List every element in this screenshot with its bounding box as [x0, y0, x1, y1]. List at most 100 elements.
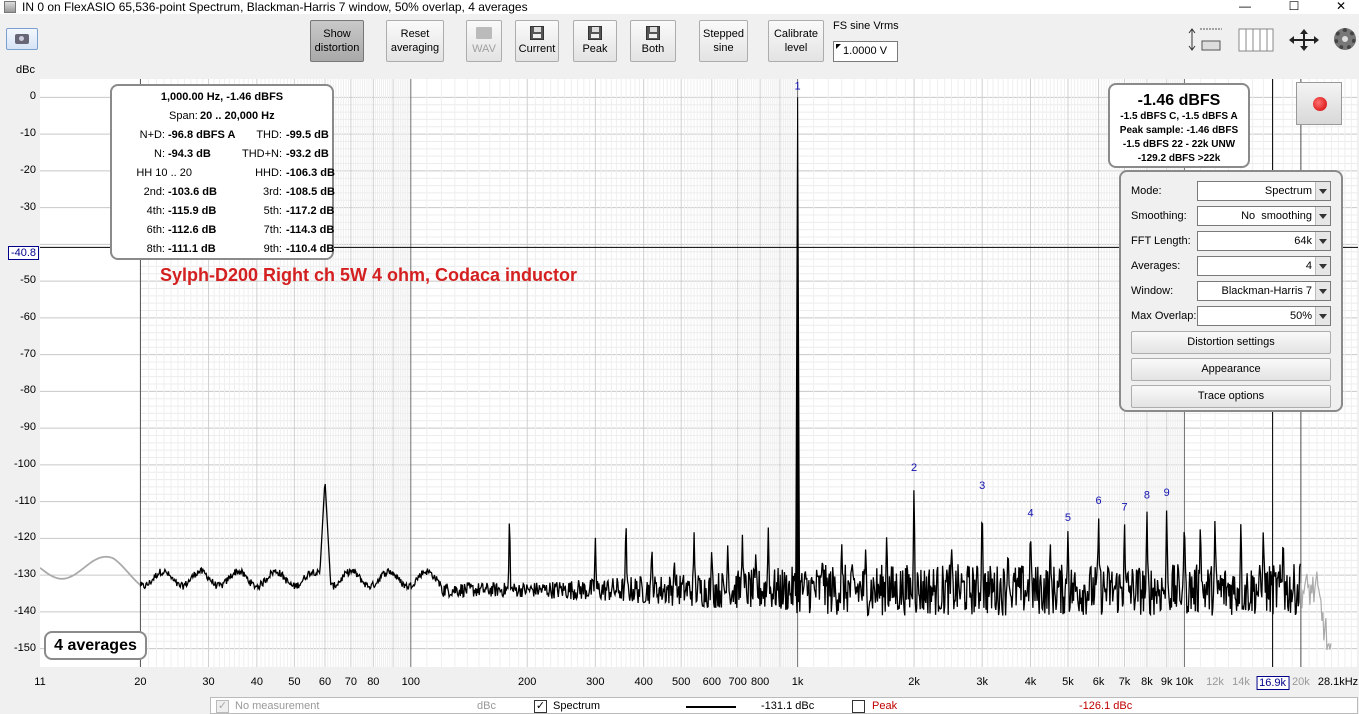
- move-icon[interactable]: [1287, 27, 1321, 53]
- fft-length-label: FFT Length:: [1131, 235, 1191, 247]
- x-tick-label: 28.1kHz: [1317, 676, 1359, 688]
- columns-icon[interactable]: [1238, 27, 1274, 53]
- readout-span-label: Span:: [169, 110, 198, 122]
- x-tick-label: 700: [728, 676, 747, 688]
- y-tick-label: -120: [13, 531, 36, 544]
- current-label: Current: [518, 43, 556, 55]
- readout-label: 2nd:: [143, 186, 165, 198]
- smoothing-select[interactable]: No smoothing: [1197, 206, 1331, 226]
- x-tick-label: 20k: [1292, 676, 1310, 688]
- harmonic-marker-label: 8: [1144, 490, 1150, 502]
- window-title: IN 0 on FlexASIO 65,536-point Spectrum, …: [22, 0, 528, 14]
- level-line: -129.2 dBFS >22k: [1137, 153, 1221, 164]
- camera-icon[interactable]: [6, 28, 38, 50]
- x-tick-label: 20: [134, 676, 147, 688]
- x-tick-label: 6k: [1092, 676, 1105, 688]
- y-tick-label: -110: [14, 494, 36, 507]
- chevron-down-icon: [1315, 182, 1330, 200]
- readout-value: -117.2 dB: [286, 205, 335, 217]
- x-tick-label: 30: [202, 676, 215, 688]
- appearance-button[interactable]: Appearance: [1131, 358, 1331, 381]
- distortion-settings-button[interactable]: Distortion settings: [1131, 331, 1331, 354]
- no-measurement-checkbox[interactable]: ✓: [216, 700, 229, 713]
- fs-sine-input[interactable]: 1.0000 V: [833, 41, 898, 62]
- peak-value: -126.1 dBc: [1079, 700, 1133, 712]
- calibrate-level-label-2: level: [784, 42, 808, 54]
- both-label: Both: [641, 43, 665, 55]
- x-tick-label: 70: [344, 676, 357, 688]
- no-measurement-label: No measurement: [235, 700, 320, 712]
- x-tick-label: 50: [288, 676, 301, 688]
- show-distortion-button[interactable]: Show distortion: [310, 20, 364, 62]
- x-tick-label: 60: [318, 676, 332, 688]
- save-peak-button[interactable]: Peak: [573, 20, 617, 62]
- spectrum-label: Spectrum: [553, 700, 601, 712]
- averages-label: Averages:: [1131, 260, 1181, 272]
- x-tick-label: 100: [401, 676, 420, 688]
- max-overlap-row: Max Overlap: 50%: [1131, 306, 1337, 326]
- reset-averaging-button[interactable]: Reset averaging: [386, 20, 444, 62]
- y-tick-label: -130: [13, 568, 36, 581]
- x-tick-label: 11: [34, 676, 46, 688]
- readout-label: 7th:: [263, 224, 282, 236]
- folder-icon: [476, 26, 492, 39]
- x-tick-label: 300: [586, 676, 605, 688]
- harmonic-marker-label: 9: [1164, 487, 1170, 499]
- close-button[interactable]: ✕: [1318, 0, 1359, 14]
- fs-sine-label: FS sine Vrms: [833, 20, 899, 32]
- readout-value: -106.3 dB: [286, 167, 335, 179]
- calibrate-level-button[interactable]: Calibrate level: [768, 20, 824, 62]
- smoothing-row: Smoothing: No smoothing: [1131, 206, 1337, 226]
- record-icon: [1313, 97, 1327, 111]
- y-axis-unit: dBc: [16, 64, 35, 76]
- readout-label: HHD:: [255, 167, 282, 179]
- maximize-button[interactable]: ☐: [1271, 0, 1317, 14]
- readout-label: THD+N:: [241, 148, 282, 160]
- settings-panel: Mode: Spectrum Smoothing: No smoothing F…: [1119, 170, 1343, 412]
- averages-badge: 4 averages: [44, 631, 147, 660]
- window-row: Window: Blackman-Harris 7: [1131, 281, 1337, 301]
- save-current-button[interactable]: Current: [515, 20, 559, 62]
- stepped-sine-button[interactable]: Stepped sine: [699, 20, 748, 62]
- wav-button[interactable]: WAV: [466, 20, 502, 62]
- fft-length-select[interactable]: 64k: [1197, 231, 1331, 251]
- readout-label: THD:: [256, 129, 282, 141]
- mode-row: Mode: Spectrum: [1131, 181, 1337, 201]
- spectrum-checkbox[interactable]: ✓: [534, 700, 547, 713]
- readout-value: -93.2 dB: [286, 148, 329, 160]
- trace-title: Sylph-D200 Right ch 5W 4 ohm, Codaca ind…: [160, 265, 578, 285]
- floppy-icon: [530, 26, 544, 40]
- scale-icon[interactable]: [1188, 27, 1228, 53]
- gear-icon[interactable]: [1334, 28, 1356, 50]
- max-overlap-select[interactable]: 50%: [1197, 306, 1331, 326]
- x-tick-label: 12k: [1206, 676, 1224, 688]
- legend-unit: dBc: [477, 700, 496, 712]
- level-line: Peak sample: -1.46 dBFS: [1119, 125, 1239, 136]
- y-tick-label: -50: [20, 274, 36, 287]
- minimize-button[interactable]: —: [1222, 0, 1268, 14]
- x-tick-label: 9k: [1160, 676, 1173, 688]
- chevron-down-icon: [1315, 232, 1330, 250]
- averages-row: Averages: 4: [1131, 256, 1337, 276]
- trace-options-button[interactable]: Trace options: [1131, 385, 1331, 408]
- y-cursor-readout: -40.8: [8, 246, 39, 260]
- record-button[interactable]: [1296, 82, 1342, 125]
- readout-value: -110.4 dB: [286, 243, 335, 255]
- x-tick-label: 40: [250, 676, 263, 688]
- x-tick-label: 3k: [976, 676, 988, 688]
- y-tick-label: -30: [20, 200, 36, 213]
- y-tick-label: -100: [13, 457, 36, 470]
- peak-checkbox[interactable]: [852, 700, 865, 713]
- window-label: Window:: [1131, 285, 1174, 297]
- window-select[interactable]: Blackman-Harris 7: [1197, 281, 1331, 301]
- harmonic-marker-label: 3: [979, 480, 985, 492]
- averages-select[interactable]: 4: [1197, 256, 1331, 276]
- harmonic-marker-label: 5: [1065, 512, 1071, 524]
- fundamental-marker-label: 1: [795, 80, 801, 92]
- y-tick-label: -70: [20, 347, 36, 360]
- readout-value: -108.5 dB: [286, 186, 335, 198]
- save-both-button[interactable]: Both: [630, 20, 676, 62]
- y-tick-label: -60: [20, 310, 36, 323]
- readout-value: -99.5 dB: [286, 129, 329, 141]
- mode-select[interactable]: Spectrum: [1197, 181, 1331, 201]
